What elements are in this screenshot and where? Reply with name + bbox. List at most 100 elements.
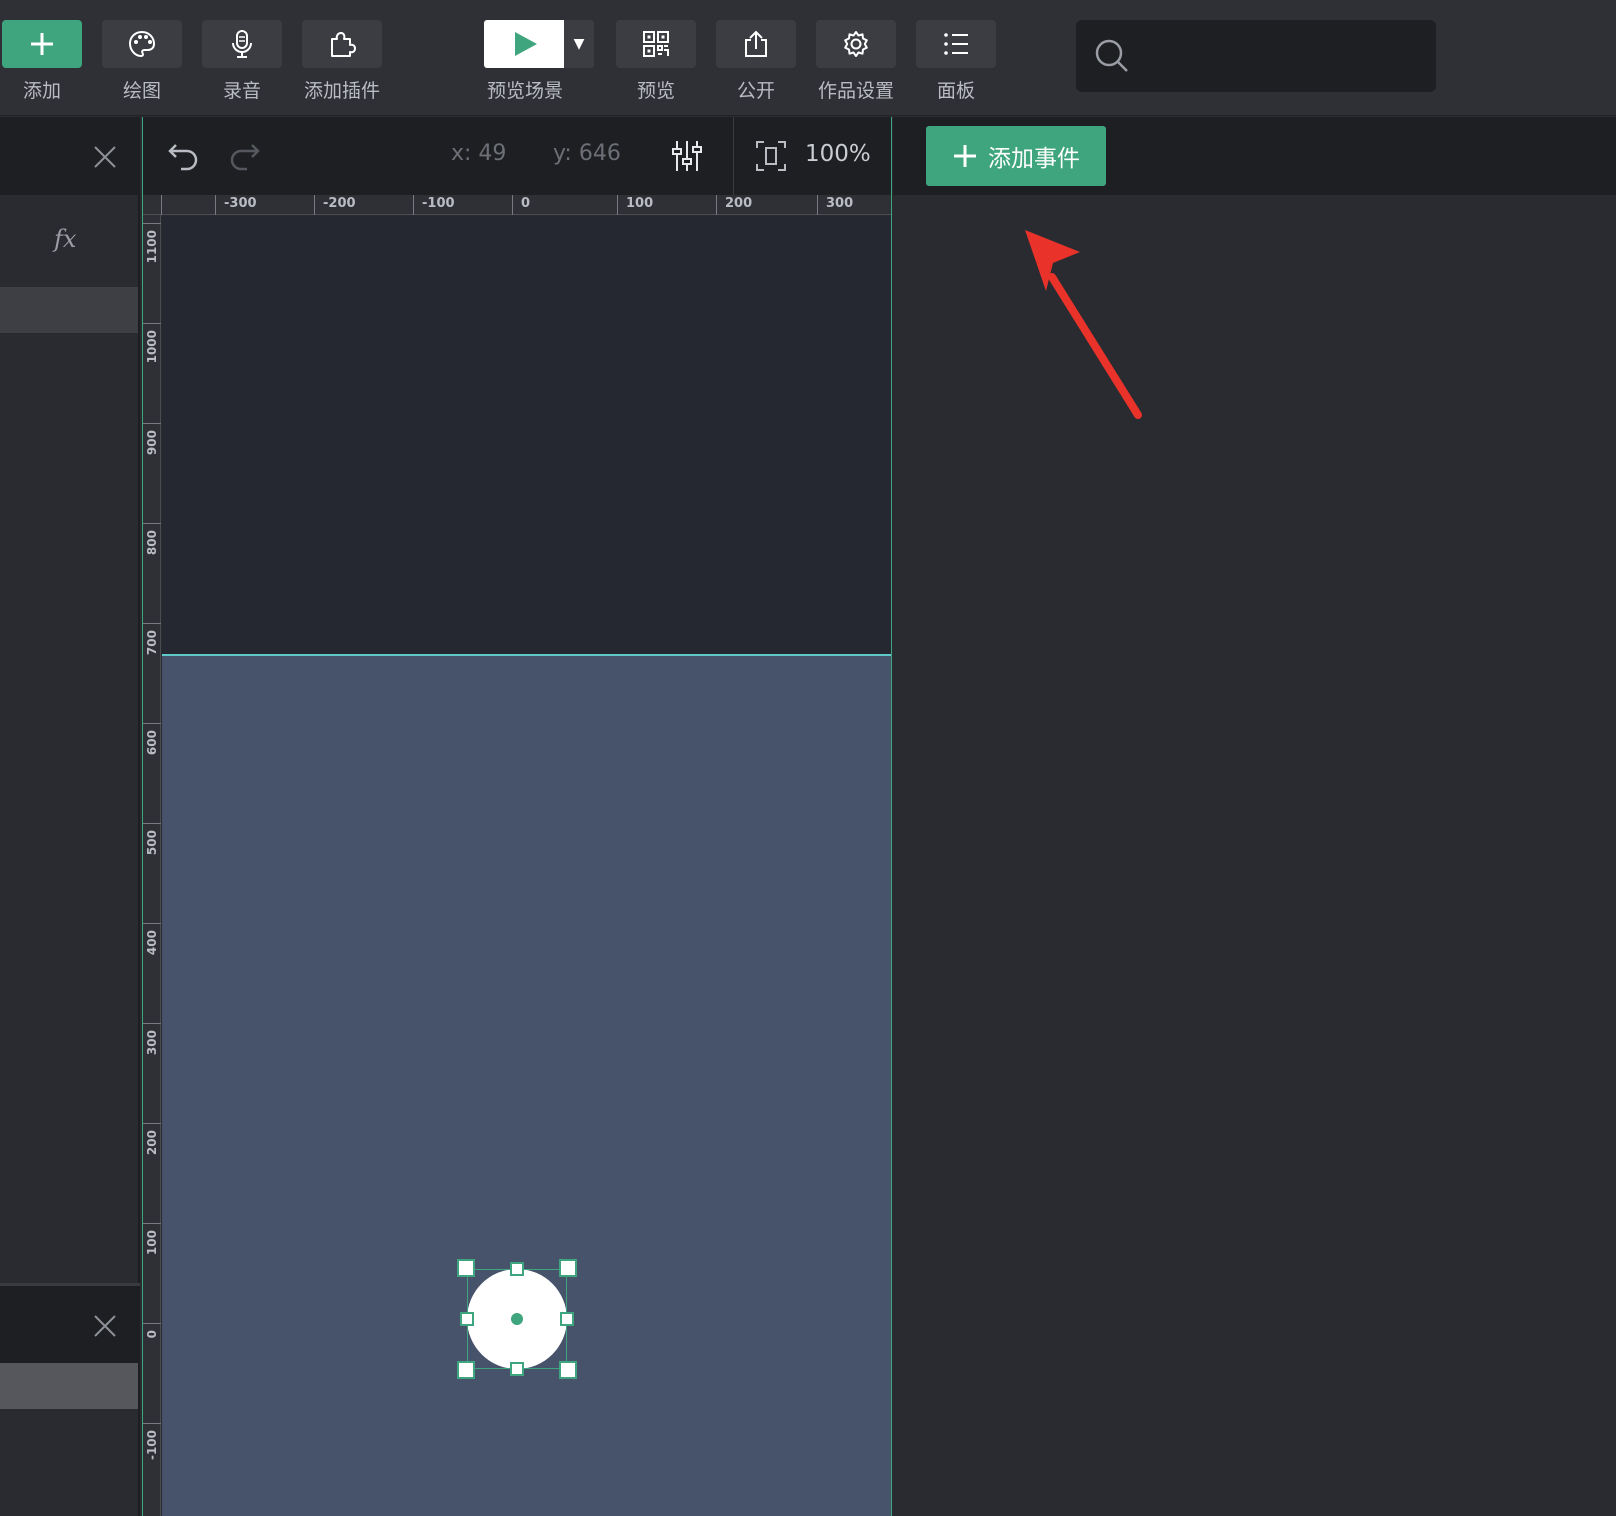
settings-tool[interactable]: 作品设置	[816, 20, 896, 103]
draw-tool[interactable]: 绘图	[102, 20, 182, 103]
panel-label: 面板	[936, 80, 975, 102]
resize-handle-top-left[interactable]	[457, 1259, 475, 1277]
add-label: 添加	[22, 80, 61, 102]
fit-screen-icon[interactable]	[755, 139, 787, 173]
ruler-tick: 400	[143, 923, 161, 955]
ruler-label: 200	[145, 1130, 159, 1156]
publish-tool[interactable]: 公开	[716, 20, 796, 103]
ruler-tick: 900	[143, 423, 161, 455]
resize-handle-top-right[interactable]	[559, 1259, 577, 1277]
record-tool[interactable]: 录音	[202, 20, 282, 103]
gear-icon	[844, 31, 868, 57]
puzzle-icon	[331, 32, 356, 57]
top-toolbar: 添加 绘图 录音 添加插件 ▼ 预览场景 预览 公开 作品设置 面板	[0, 0, 1616, 116]
draw-label: 绘图	[122, 80, 161, 102]
ruler-tick: 0	[143, 1323, 161, 1338]
preview-label: 预览	[636, 80, 675, 102]
vertical-ruler: 1100 1000 900 800 700 600 500 400 300 20…	[143, 215, 161, 1516]
ruler-label: 500	[145, 830, 159, 856]
add-event-label: 添加事件	[988, 146, 1080, 172]
ruler-tick: 800	[143, 523, 161, 555]
ruler-label: 100	[626, 196, 654, 211]
ruler-tick: -100	[143, 1423, 161, 1460]
ruler-tick: 300	[817, 195, 853, 215]
undo-icon[interactable]	[167, 139, 201, 173]
list-item[interactable]	[0, 287, 138, 333]
panel-tool[interactable]: 面板	[916, 20, 996, 103]
ruler-label: -300	[224, 196, 257, 211]
ruler-tick: 1000	[143, 323, 161, 363]
ruler-tick: -100	[413, 195, 455, 215]
events-panel-header: 添加事件	[893, 117, 1616, 195]
events-panel: 添加事件	[893, 117, 1616, 1516]
preview-tool[interactable]: 预览	[616, 20, 696, 103]
zoom-level[interactable]: 100%	[805, 141, 871, 167]
preview-scene-button[interactable]	[484, 20, 564, 68]
project-settings-label: 作品设置	[817, 80, 894, 102]
canvas-area: x: 49 y: 646 100% -300 -200 -100 0 100 2…	[142, 117, 892, 1516]
ruler-label: 300	[145, 1030, 159, 1056]
ruler-label: 0	[521, 196, 531, 211]
horizontal-ruler: -300 -200 -100 0 100 200 300	[143, 195, 891, 215]
draw-button[interactable]	[102, 20, 182, 68]
qr-code-icon	[643, 31, 669, 57]
ruler-tick: 1100	[143, 223, 161, 263]
x-coordinate-readout: x: 49	[451, 141, 507, 166]
ruler-tick: 700	[143, 623, 161, 655]
record-label: 录音	[222, 80, 261, 102]
toolbar-divider	[733, 117, 734, 195]
list-item[interactable]	[0, 1363, 138, 1409]
ruler-label: 400	[145, 930, 159, 956]
stage-canvas[interactable]	[162, 656, 891, 1516]
ruler-label: -100	[145, 1430, 159, 1461]
ruler-tick: 600	[143, 723, 161, 755]
ruler-tick: 300	[143, 1023, 161, 1055]
add-event-button[interactable]: 添加事件	[926, 126, 1106, 186]
function-icon[interactable]: fx	[54, 225, 76, 253]
resize-handle-left[interactable]	[460, 1312, 474, 1326]
selected-sprite[interactable]	[457, 1259, 577, 1379]
resize-handle-bottom[interactable]	[510, 1362, 524, 1376]
resize-handle-top[interactable]	[510, 1262, 524, 1276]
record-button[interactable]	[202, 20, 282, 68]
publish-button[interactable]	[716, 20, 796, 68]
editor-app: 添加 绘图 录音 添加插件 ▼ 预览场景 预览 公开 作品设置 面板 fx x:…	[0, 0, 1616, 1516]
close-icon[interactable]	[90, 142, 120, 172]
add-plugin-button[interactable]	[302, 20, 382, 68]
search-icon	[1095, 39, 1128, 72]
ruler-label: 1100	[145, 230, 159, 264]
project-settings-button[interactable]	[816, 20, 896, 68]
publish-label: 公开	[736, 80, 775, 102]
add-tool[interactable]: 添加	[2, 20, 82, 103]
adjust-sliders-icon[interactable]	[671, 139, 703, 173]
preview-scene-label: 预览场景	[486, 80, 563, 102]
list-icon	[944, 33, 968, 55]
ruler-label: 300	[826, 196, 854, 211]
add-button[interactable]	[2, 20, 82, 68]
palette-icon	[128, 30, 156, 58]
ruler-tick: -300	[215, 195, 257, 215]
ruler-label: 600	[145, 730, 159, 756]
plugin-tool[interactable]: 添加插件	[302, 20, 382, 103]
close-icon[interactable]	[90, 1311, 120, 1341]
ruler-tick: 500	[143, 823, 161, 855]
ruler-tick: 100	[143, 1223, 161, 1255]
ruler-tick	[161, 195, 162, 215]
preview-scene-dropdown[interactable]: ▼	[564, 20, 594, 68]
resize-handle-right[interactable]	[560, 1312, 574, 1326]
resize-handle-bottom-right[interactable]	[559, 1361, 577, 1379]
play-icon	[515, 32, 537, 56]
ruler-label: 0	[145, 1330, 159, 1339]
search-input[interactable]	[1146, 36, 1416, 76]
resize-handle-bottom-left[interactable]	[457, 1361, 475, 1379]
ruler-label: 1000	[145, 330, 159, 364]
left-panel-second-header	[0, 1283, 140, 1363]
sprite-center-point[interactable]	[511, 1313, 523, 1325]
ruler-tick: 100	[617, 195, 653, 215]
preview-button[interactable]	[616, 20, 696, 68]
redo-icon[interactable]	[227, 139, 261, 173]
ruler-label: -200	[323, 196, 356, 211]
search-box[interactable]	[1076, 20, 1436, 92]
ruler-label: -100	[422, 196, 455, 211]
panel-button[interactable]	[916, 20, 996, 68]
